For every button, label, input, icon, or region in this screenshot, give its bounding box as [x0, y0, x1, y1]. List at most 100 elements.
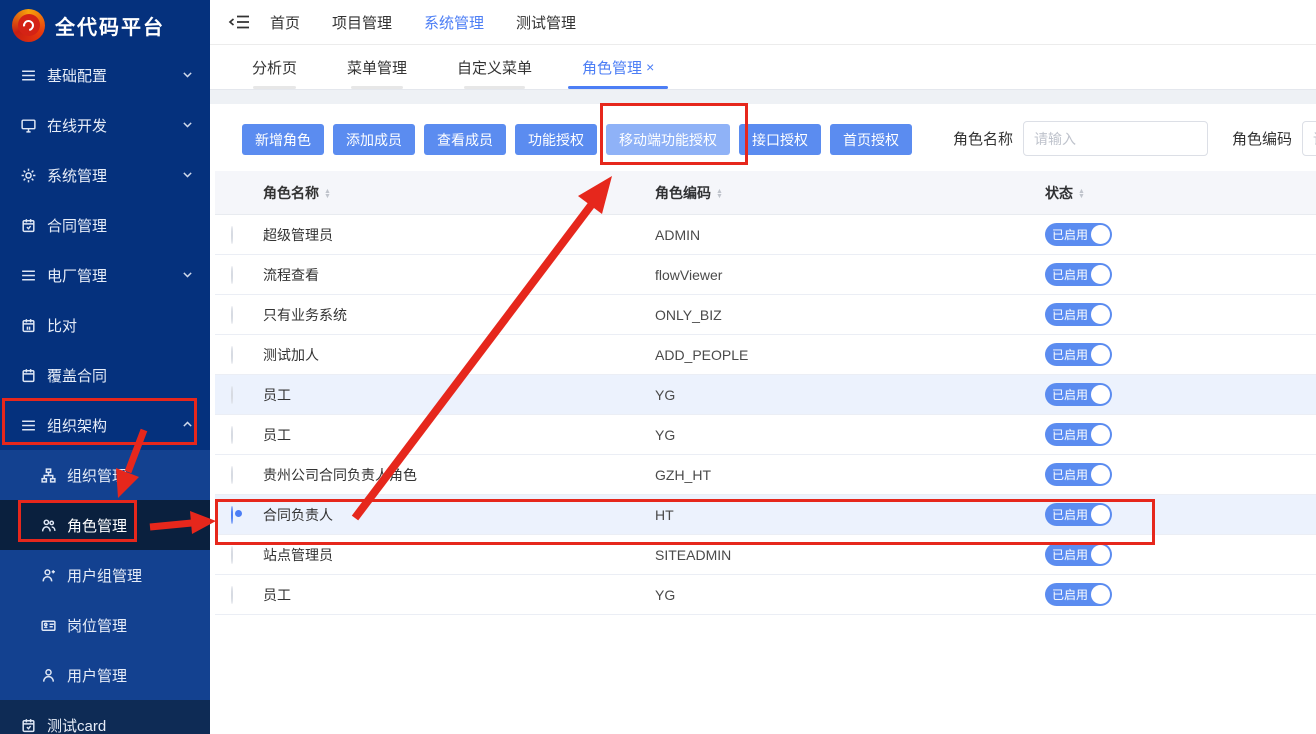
status-toggle[interactable]: 已启用: [1045, 503, 1112, 526]
table-row[interactable]: 员工YG已启用: [215, 415, 1316, 455]
sidebar-item-4[interactable]: 电厂管理: [0, 250, 210, 300]
table-row[interactable]: 站点管理员SITEADMIN已启用: [215, 535, 1316, 575]
status-label: 已启用: [1052, 226, 1088, 243]
table-row[interactable]: 超级管理员ADMIN已启用: [215, 215, 1316, 255]
sidebar-item-label: 组织架构: [47, 415, 107, 436]
toolbar-button-6[interactable]: 首页授权: [830, 124, 912, 155]
toggle-knob-icon: [1091, 305, 1110, 324]
sidebar-item-2[interactable]: 系统管理: [0, 150, 210, 200]
table-row[interactable]: 员工YG已启用: [215, 575, 1316, 615]
sidebar-item-1[interactable]: 在线开发: [0, 100, 210, 150]
sidebar-item-0[interactable]: 基础配置: [0, 50, 210, 100]
toolbar-button-5[interactable]: 接口授权: [739, 124, 821, 155]
sidebar-item-7[interactable]: 组织架构: [0, 400, 210, 450]
role-name-cell: 流程查看: [263, 265, 655, 285]
tab-3[interactable]: 角色管理×: [568, 45, 668, 89]
table-row[interactable]: 合同负责人HT已启用: [215, 495, 1316, 535]
tab-0[interactable]: 分析页: [238, 45, 311, 89]
sidebar-subitem-2[interactable]: 用户组管理: [0, 550, 210, 600]
status-toggle[interactable]: 已启用: [1045, 343, 1112, 366]
status-toggle[interactable]: 已启用: [1045, 263, 1112, 286]
column-header-role-code[interactable]: 角色编码▲▼: [655, 183, 1045, 203]
row-radio[interactable]: [231, 226, 233, 244]
sort-caret-icon[interactable]: ▲▼: [716, 189, 723, 199]
toggle-knob-icon: [1091, 545, 1110, 564]
table-row[interactable]: 员工YG已启用: [215, 375, 1316, 415]
row-radio[interactable]: [231, 306, 233, 324]
tab-label: 自定义菜单: [457, 57, 532, 78]
status-label: 已启用: [1052, 306, 1088, 323]
sidebar-item-label: 合同管理: [47, 215, 107, 236]
status-toggle[interactable]: 已启用: [1045, 303, 1112, 326]
sort-caret-icon[interactable]: ▲▼: [1078, 189, 1085, 199]
row-radio[interactable]: [231, 346, 233, 364]
toolbar-button-3[interactable]: 功能授权: [515, 124, 597, 155]
status-toggle[interactable]: 已启用: [1045, 223, 1112, 246]
table-row[interactable]: 贵州公司合同负责人角色GZH_HT已启用: [215, 455, 1316, 495]
row-radio[interactable]: [231, 546, 233, 564]
filter-input-0[interactable]: [1023, 121, 1208, 156]
sidebar-subitem-3[interactable]: 岗位管理: [0, 600, 210, 650]
toggle-knob-icon: [1091, 425, 1110, 444]
tab-1[interactable]: 菜单管理: [333, 45, 421, 89]
close-icon[interactable]: ×: [646, 59, 654, 75]
status-toggle[interactable]: 已启用: [1045, 543, 1112, 566]
role-name-cell: 测试加人: [263, 345, 655, 365]
table-row[interactable]: 只有业务系统ONLY_BIZ已启用: [215, 295, 1316, 335]
topnav-item-1[interactable]: 项目管理: [332, 12, 392, 33]
content-panel: 新增角色添加成员查看成员功能授权移动端功能授权接口授权首页授权 角色名称角色编码…: [210, 104, 1316, 734]
chevron-down-icon: [181, 68, 194, 81]
sort-caret-icon[interactable]: ▲▼: [324, 189, 331, 199]
filter-input-1[interactable]: [1302, 121, 1316, 156]
role-name-cell: 超级管理员: [263, 225, 655, 245]
sidebar-item-5[interactable]: 比对: [0, 300, 210, 350]
tab-2[interactable]: 自定义菜单: [443, 45, 546, 89]
column-header-role-name[interactable]: 角色名称▲▼: [263, 183, 655, 203]
row-radio[interactable]: [231, 426, 233, 444]
row-radio[interactable]: [231, 386, 233, 404]
status-toggle[interactable]: 已启用: [1045, 463, 1112, 486]
table-body: 超级管理员ADMIN已启用流程查看flowViewer已启用只有业务系统ONLY…: [215, 215, 1316, 615]
row-radio[interactable]: [231, 466, 233, 484]
status-toggle[interactable]: 已启用: [1045, 423, 1112, 446]
toolbar-button-1[interactable]: 添加成员: [333, 124, 415, 155]
sidebar-subitem-1[interactable]: 角色管理: [0, 500, 210, 550]
content-gap-strip: [210, 90, 1316, 104]
topnav-item-2[interactable]: 系统管理: [424, 12, 484, 33]
table-row[interactable]: 测试加人ADD_PEOPLE已启用: [215, 335, 1316, 375]
sidebar-subitem-0[interactable]: 组织管理: [0, 450, 210, 500]
topnav-item-3[interactable]: 测试管理: [516, 12, 576, 33]
sidebar-item-label: 在线开发: [47, 115, 107, 136]
tab-label: 菜单管理: [347, 57, 407, 78]
sidebar-item-label: 系统管理: [47, 165, 107, 186]
role-code-cell: YG: [655, 427, 1045, 443]
toggle-knob-icon: [1091, 465, 1110, 484]
table-row[interactable]: 流程查看flowViewer已启用: [215, 255, 1316, 295]
logo-swirl-glyph: [21, 17, 36, 32]
status-toggle[interactable]: 已启用: [1045, 583, 1112, 606]
sidebar-item-6[interactable]: 覆盖合同: [0, 350, 210, 400]
status-toggle[interactable]: 已启用: [1045, 383, 1112, 406]
sidebar-subitem-4[interactable]: 用户管理: [0, 650, 210, 700]
coverage-icon: [20, 367, 37, 384]
roles-table: 角色名称▲▼ 角色编码▲▼ 状态▲▼ 超级管理员ADMIN已启用流程查看flow…: [215, 171, 1316, 615]
sidebar-item-test-card[interactable]: 测试card: [0, 700, 210, 734]
row-radio[interactable]: [231, 586, 233, 604]
column-header-status[interactable]: 状态▲▼: [1045, 183, 1316, 203]
role-name-cell: 合同负责人: [263, 505, 655, 525]
row-radio[interactable]: [231, 506, 233, 524]
role-code-cell: SITEADMIN: [655, 547, 1045, 563]
toolbar-button-4[interactable]: 移动端功能授权: [606, 124, 730, 155]
sidebar-item-3[interactable]: 合同管理: [0, 200, 210, 250]
logo-inner-circle: [18, 14, 40, 36]
chevron-up-icon: [181, 418, 194, 431]
role-code-cell: YG: [655, 587, 1045, 603]
topnav-item-0[interactable]: 首页: [270, 12, 300, 33]
toolbar-button-2[interactable]: 查看成员: [424, 124, 506, 155]
status-label: 已启用: [1052, 266, 1088, 283]
toolbar-button-0[interactable]: 新增角色: [242, 124, 324, 155]
row-radio[interactable]: [231, 266, 233, 284]
collapse-sidebar-icon[interactable]: [228, 14, 250, 30]
role-name-cell: 站点管理员: [263, 545, 655, 565]
filter-label-0: 角色名称: [953, 128, 1013, 149]
